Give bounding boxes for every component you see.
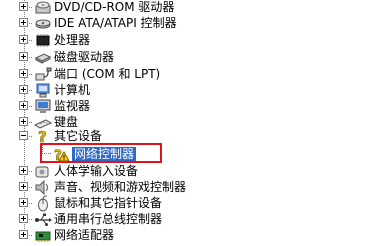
expand-toggle[interactable]	[19, 85, 28, 94]
tree-item-label: IDE ATA/ATAPI 控制器	[54, 16, 177, 30]
expand-toggle[interactable]	[19, 214, 28, 223]
expand-toggle[interactable]	[19, 101, 28, 110]
tree-item-label: 通用串行总线控制器	[54, 212, 163, 226]
tree-item-label: 人体学输入设备	[54, 164, 139, 178]
tree-item-label: DVD/CD-ROM 驱动器	[54, 0, 175, 14]
tree-item-label: 鼠标和其它指针设备	[54, 196, 163, 210]
tree-item-label: 处理器	[54, 33, 91, 47]
expand-toggle[interactable]	[19, 35, 28, 44]
expand-toggle[interactable]	[19, 230, 28, 239]
collapse-toggle[interactable]	[19, 131, 28, 140]
expand-toggle[interactable]	[19, 18, 28, 27]
ide-controller-icon	[35, 19, 51, 29]
tree-item-network-adapter[interactable]: 网络适配器	[0, 226, 373, 246]
expand-toggle[interactable]	[19, 182, 28, 191]
tree-item-label: 计算机	[54, 83, 91, 97]
network-adapter-icon	[35, 231, 51, 242]
expand-toggle[interactable]	[19, 52, 28, 61]
tree-item-label: 其它设备	[54, 129, 103, 143]
expand-toggle[interactable]	[19, 198, 28, 207]
tree-item-label: 声音、视频和游戏控制器	[54, 180, 187, 194]
device-tree: DVD/CD-ROM 驱动器 IDE ATA/ATAPI 控制器 处理器 磁盘驱…	[0, 0, 373, 242]
tree-item-label: 磁盘驱动器	[54, 50, 115, 64]
expand-toggle[interactable]	[19, 69, 28, 78]
expand-toggle[interactable]	[19, 2, 28, 11]
tree-item-label: 监视器	[54, 99, 91, 113]
annotation-highlight-box	[40, 143, 162, 163]
expand-toggle[interactable]	[19, 166, 28, 175]
disk-drive-icon	[34, 53, 52, 64]
tree-item-label: 端口 (COM 和 LPT)	[54, 67, 161, 81]
processor-icon	[36, 34, 50, 47]
tree-item-label: 网络适配器	[54, 228, 115, 242]
expand-toggle[interactable]	[19, 117, 28, 126]
